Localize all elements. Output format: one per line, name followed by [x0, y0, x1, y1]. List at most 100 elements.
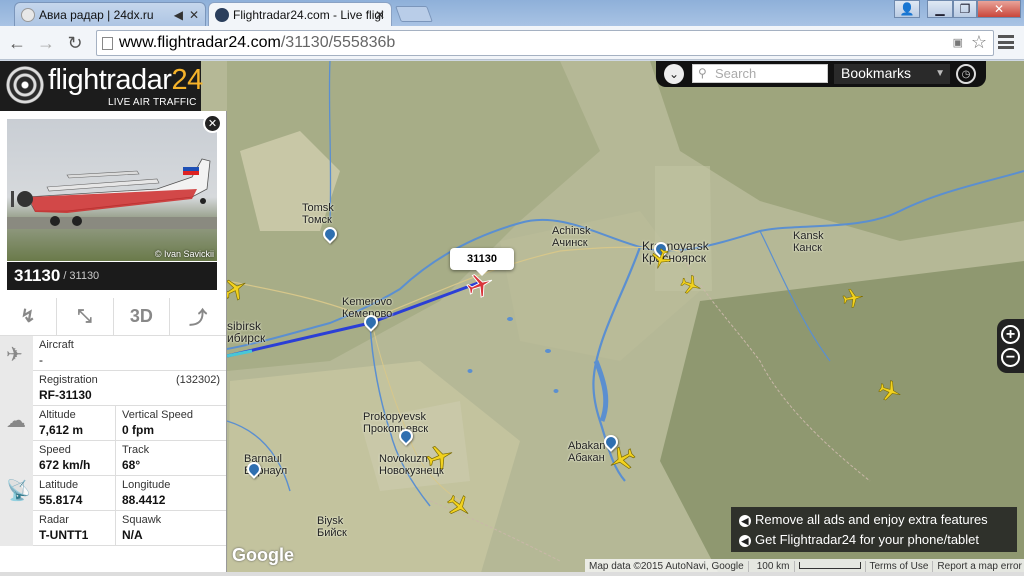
clock-icon[interactable]: ◷ [956, 64, 976, 84]
city-name-ru: Бийск [317, 527, 347, 539]
radar-icon [6, 66, 44, 104]
aircraft-photo[interactable]: © Ivan Savickii [7, 119, 217, 261]
user-icon[interactable]: 👤 [894, 0, 920, 18]
close-window-button[interactable]: ✕ [977, 0, 1021, 18]
longitude-cell: Longitude 88.4412 [115, 476, 226, 511]
radar-label: Radar [39, 514, 69, 526]
brand-main: flightradar [48, 64, 172, 96]
bookmarks-dropdown[interactable]: Bookmarks ▼ [834, 64, 950, 84]
zoom-out-icon[interactable]: − [1001, 348, 1020, 367]
city-label-biysk: Biysk Бийск [317, 515, 347, 539]
back-icon[interactable]: ← [6, 32, 28, 54]
brand-tagline: LIVE AIR TRAFFIC [108, 97, 197, 108]
altitude-cell: Altitude 7,612 m [33, 406, 115, 437]
scale-line [798, 561, 861, 569]
vertical-speed-value: 0 fpm [122, 423, 155, 437]
city-label-kansk: Kansk Канск [793, 230, 824, 254]
search-input[interactable]: ⚲ Search [692, 64, 828, 83]
promo-get-app[interactable]: ◀ Get Flightradar24 for your phone/tablet [739, 530, 1017, 550]
altitude-label: Altitude [39, 409, 76, 421]
longitude-label: Longitude [122, 479, 171, 491]
close-panel-icon[interactable]: ✕ [203, 114, 222, 133]
radar-cell: Radar T-UNTT1 [33, 511, 115, 542]
city-name-ru: Прокопьевск [363, 423, 429, 435]
arrow-left-icon: ◀ [739, 535, 751, 547]
city-name-ru: Томск [302, 214, 332, 226]
menu-icon[interactable] [998, 35, 1014, 49]
map-attribution: Map data ©2015 AutoNavi, Google 100 km T… [585, 559, 1024, 573]
aircraft-row: Aircraft - [33, 336, 226, 371]
3d-view-button[interactable]: 3D [114, 298, 171, 335]
report-error-link[interactable]: Report a map error [933, 561, 1024, 572]
tab-flightradar24[interactable]: Flightradar24.com - Live fligh ✕ [208, 2, 392, 26]
panel-actions: ↯ ⤡ 3D ⤴ [0, 298, 226, 336]
maximize-button[interactable]: ❐ [953, 0, 977, 18]
browser-titlebar: Авиа радар | 24dx.ru ◀ ✕ Flightradar24.c… [0, 0, 1024, 26]
plane-icon[interactable] [840, 285, 865, 310]
search-placeholder: Search [715, 66, 757, 81]
flight-callout[interactable]: 31130 [450, 248, 514, 276]
city-label-abakan: Abakan Абакан [568, 440, 605, 464]
share-icon[interactable]: ⤴ [170, 298, 226, 335]
map-view[interactable]: Tomsk Томск Achinsk Ачинск Krasnoyarsk Крас… [0, 61, 1024, 576]
aircraft-cell: Aircraft - [33, 336, 74, 367]
squawk-cell: Squawk N/A [115, 511, 226, 546]
city-name-en: Prokopyevsk [363, 411, 426, 423]
chevron-down-icon[interactable]: ⌄ [664, 64, 684, 84]
terms-link[interactable]: Terms of Use [866, 560, 934, 572]
address-bar[interactable]: www.flightradar24.com/31130/555836b ▣ ☆ [96, 30, 994, 56]
callsign-bar: 31130 / 31130 [7, 262, 217, 290]
translate-icon[interactable]: ▣ [953, 36, 963, 49]
registration-cell: Registration RF-31130 (132302) [33, 371, 226, 402]
fr24-logo[interactable]: flightradar24 LIVE AIR TRAFFIC [0, 61, 203, 111]
center-icon[interactable]: ⤡ [57, 298, 114, 335]
forward-icon[interactable]: → [35, 32, 57, 54]
scale-bar: 100 km [749, 560, 866, 572]
squawk-value: N/A [122, 528, 143, 542]
city-name-en: Kansk [793, 230, 824, 242]
route-icon[interactable]: ↯ [0, 298, 57, 335]
map-data-credit: Map data ©2015 AutoNavi, Google [585, 560, 749, 572]
flight-info-panel: © Ivan Savickii ✕ 31130 / 31130 ↯ ⤡ 3D ⤴… [0, 111, 227, 576]
city-name-en: Abakan [568, 440, 606, 452]
url-host: www.flightradar24.com [119, 34, 281, 51]
flight-number: 31130 [69, 270, 100, 282]
city-name-en: Tomsk [302, 202, 334, 214]
speed-label: Speed [39, 444, 71, 456]
zoom-controls: + − [997, 319, 1024, 373]
tab-close-icon[interactable]: ✕ [375, 8, 385, 22]
speaker-icon: ◀ [173, 8, 183, 22]
promo-line2: Get Flightradar24 for your phone/tablet [755, 532, 980, 547]
city-label-novosibirsk: sibirsk ибирск [227, 320, 265, 344]
new-tab-button[interactable] [395, 6, 433, 22]
google-logo: Google [232, 545, 294, 565]
city-name-en: Achinsk [552, 225, 591, 237]
favicon-icon [21, 8, 35, 22]
latitude-label: Latitude [39, 479, 79, 491]
brand-number: 24 [171, 64, 203, 96]
caret-down-icon: ▼ [935, 68, 945, 79]
browser-toolbar: ← → ↻ www.flightradar24.com/31130/555836… [0, 26, 1024, 60]
track-cell: Track 68° [115, 441, 226, 476]
brand-name: flightradar24 [48, 64, 203, 97]
tab-avia-radar[interactable]: Авиа радар | 24dx.ru ◀ ✕ [14, 2, 206, 26]
city-name-ru: Ачинск [552, 237, 588, 249]
squawk-label: Squawk [122, 514, 162, 526]
registration-value: RF-31130 [39, 388, 92, 402]
zoom-in-icon[interactable]: + [1001, 325, 1020, 344]
aircraft-image [7, 158, 217, 229]
latitude-cell: Latitude 55.8174 [33, 476, 115, 507]
photo-credit: © Ivan Savickii [154, 249, 214, 259]
position-row: Latitude 55.8174 Longitude 88.4412 [33, 476, 226, 511]
favicon-icon [215, 8, 229, 22]
bookmark-star-icon[interactable]: ☆ [971, 32, 987, 53]
registration-code: (132302) [175, 374, 220, 386]
city-label-tomsk: Tomsk Томск [302, 202, 334, 226]
city-name-ru: Абакан [568, 452, 605, 464]
minimize-button[interactable]: ▁ [927, 0, 953, 18]
tab-close-icon[interactable]: ✕ [189, 8, 199, 22]
radar-row: Radar T-UNTT1 Squawk N/A [33, 511, 226, 546]
promo-remove-ads[interactable]: ◀ Remove all ads and enjoy extra features [739, 510, 1017, 530]
reload-icon[interactable]: ↻ [64, 32, 86, 54]
vertical-speed-cell: Vertical Speed 0 fpm [115, 406, 226, 441]
